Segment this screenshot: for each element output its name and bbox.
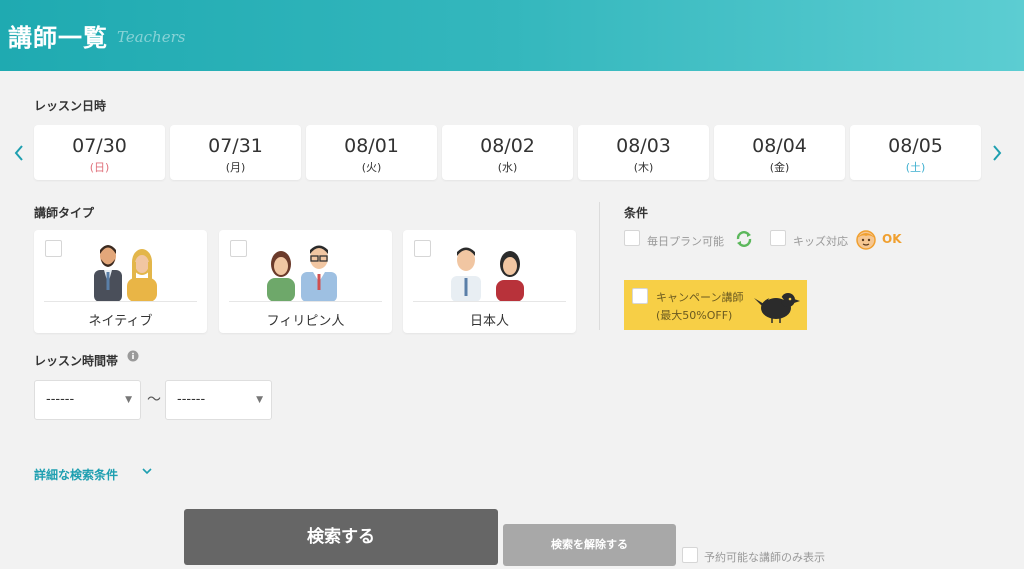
date-weekday: (金) [769, 161, 790, 174]
page-title: 講師一覧 [8, 24, 108, 52]
campaign-label: キャンペーン講師 [656, 291, 744, 304]
campaign-teacher-option[interactable]: キャンペーン講師 (最大50%OFF) [624, 280, 807, 330]
date-value: 08/05 [888, 135, 943, 157]
date-weekday: (水) [497, 161, 518, 174]
lesson-date-label: レッスン日時 [34, 99, 107, 113]
teacher-type-japanese[interactable]: 日本人 [403, 230, 576, 333]
date-value: 08/01 [344, 135, 399, 157]
kid-face-icon [856, 230, 876, 250]
campaign-discount: (最大50%OFF) [656, 309, 733, 322]
divider [413, 301, 566, 302]
kids-label: キッズ対応 [793, 235, 848, 248]
date-weekday: (火) [361, 161, 382, 174]
date-weekday: (土) [905, 161, 926, 174]
teacher-type-checkbox[interactable] [414, 240, 431, 257]
teacher-type-native[interactable]: ネイティブ [34, 230, 207, 333]
clear-search-button[interactable]: 検索を解除する [503, 524, 676, 566]
date-value: 08/04 [752, 135, 807, 157]
time-separator: 〜 [147, 392, 161, 408]
available-only-label: 予約可能な講師のみ表示 [704, 551, 825, 564]
date-value: 07/31 [208, 135, 263, 157]
date-weekday: (日) [89, 161, 110, 174]
time-from-select[interactable]: ------ ▼ [34, 380, 141, 420]
date-card[interactable]: 07/31 (月) [170, 125, 301, 180]
advanced-search-toggle[interactable]: 詳細な検索条件 [34, 466, 118, 483]
date-card[interactable]: 08/05 (土) [850, 125, 981, 180]
date-weekday: (木) [633, 161, 654, 174]
teacher-type-label: 講師タイプ [34, 206, 95, 220]
teacher-type-japanese-label: 日本人 [469, 314, 509, 329]
time-to-value: ------ [177, 392, 206, 407]
chevron-down-icon[interactable] [142, 466, 152, 476]
chevron-left-icon[interactable] [14, 142, 24, 166]
refresh-icon [736, 231, 752, 247]
search-button[interactable]: 検索する [184, 509, 498, 565]
date-value: 08/02 [480, 135, 535, 157]
date-card[interactable]: 08/01 (火) [306, 125, 437, 180]
bird-icon [754, 293, 800, 323]
date-value: 08/03 [616, 135, 671, 157]
teacher-type-native-label: ネイティブ [88, 314, 153, 329]
chevron-right-icon[interactable] [992, 142, 1002, 166]
divider [44, 301, 197, 302]
date-card[interactable]: 07/30 (日) [34, 125, 165, 180]
section-divider [599, 202, 600, 330]
teacher-type-filipino[interactable]: フィリピン人 [219, 230, 392, 333]
kids-checkbox[interactable] [770, 230, 786, 246]
date-card[interactable]: 08/03 (木) [578, 125, 709, 180]
conditions-label: 条件 [624, 206, 649, 220]
teacher-type-filipino-label: フィリピン人 [266, 314, 345, 329]
caret-down-icon: ▼ [256, 395, 263, 405]
kids-ok-label: OK [882, 232, 902, 246]
info-icon[interactable] [127, 350, 139, 362]
daily-plan-label: 毎日プラン可能 [647, 235, 724, 248]
date-card[interactable]: 08/04 (金) [714, 125, 845, 180]
time-from-value: ------ [46, 392, 75, 407]
teacher-type-checkbox[interactable] [45, 240, 62, 257]
daily-plan-checkbox[interactable] [624, 230, 640, 246]
date-value: 07/30 [72, 135, 127, 157]
time-range-label: レッスン時間帯 [34, 354, 119, 368]
page-subtitle: Teachers [117, 28, 186, 46]
page-header: 講師一覧 Teachers [0, 0, 1024, 71]
time-to-select[interactable]: ------ ▼ [165, 380, 272, 420]
date-card[interactable]: 08/02 (水) [442, 125, 573, 180]
available-only-checkbox[interactable] [682, 547, 698, 563]
caret-down-icon: ▼ [125, 395, 132, 405]
date-weekday: (月) [225, 161, 246, 174]
divider [229, 301, 382, 302]
teacher-type-checkbox[interactable] [230, 240, 247, 257]
campaign-checkbox[interactable] [632, 288, 648, 304]
